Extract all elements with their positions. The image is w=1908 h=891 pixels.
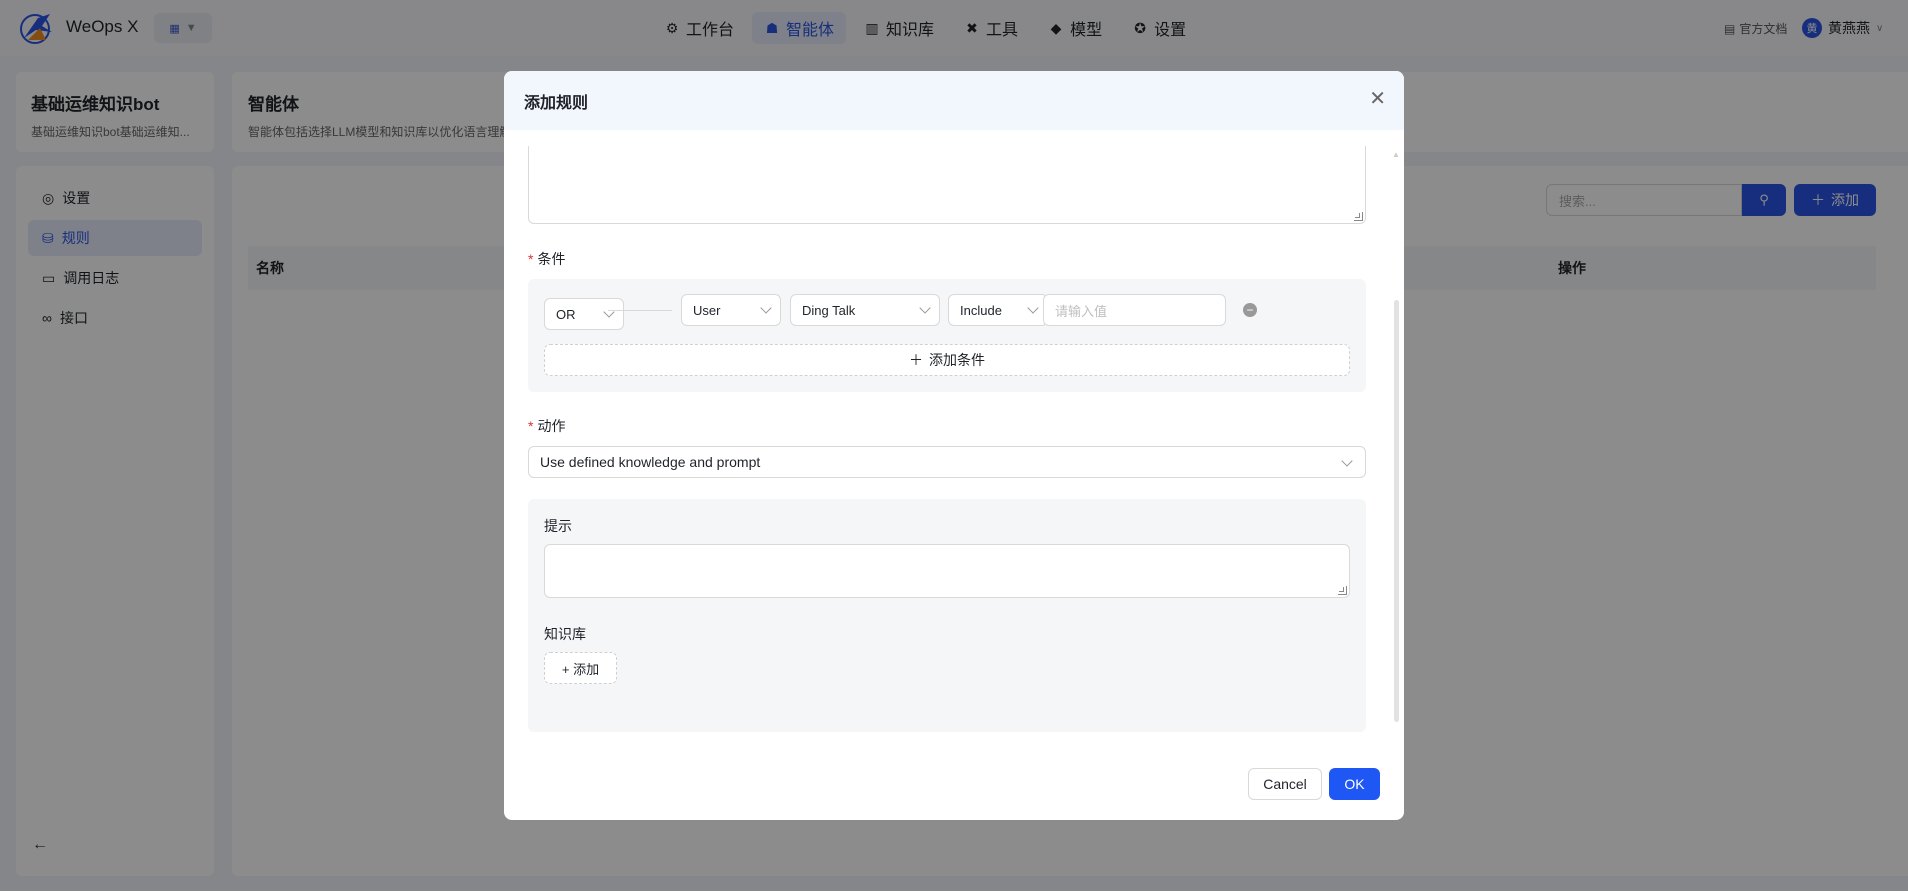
field-select[interactable]: User (681, 294, 781, 326)
description-textarea[interactable] (528, 146, 1366, 224)
chevron-down-icon (1027, 302, 1039, 314)
chevron-down-icon (1341, 455, 1353, 467)
channel-select[interactable]: Ding Talk (790, 294, 940, 326)
scroll-thumb[interactable] (1394, 300, 1399, 722)
ok-button[interactable]: OK (1329, 768, 1380, 800)
chevron-down-icon (603, 306, 615, 318)
dialog-title: 添加规则 (524, 94, 589, 112)
logic-value: OR (556, 306, 576, 322)
required-mark: * (528, 251, 534, 267)
close-icon[interactable]: ✕ (1369, 89, 1386, 109)
prompt-panel: 提示 知识库 + 添加 (528, 499, 1366, 732)
add-rule-dialog: 添加规则 ✕ * 条件 OR User Ding Talk Include 请输… (504, 71, 1404, 820)
resize-handle-icon[interactable] (1354, 212, 1363, 221)
condition-value-input[interactable]: 请输入值 (1043, 294, 1226, 326)
required-mark: * (528, 418, 534, 434)
action-select[interactable]: Use defined knowledge and prompt (528, 446, 1366, 478)
condition-label: * 条件 (528, 251, 566, 267)
field-value: User (693, 302, 721, 318)
dialog-body: * 条件 OR User Ding Talk Include 请输入值 − ＋ … (504, 130, 1404, 732)
condition-connector (608, 310, 672, 311)
cancel-button[interactable]: Cancel (1248, 768, 1322, 800)
logic-select[interactable]: OR (544, 298, 624, 330)
chevron-down-icon (919, 302, 931, 314)
add-condition-button[interactable]: ＋ 添加条件 (544, 344, 1350, 376)
action-label: * 动作 (528, 418, 566, 434)
operator-select[interactable]: Include (948, 294, 1048, 326)
dialog-header: 添加规则 ✕ (504, 71, 1404, 130)
dialog-scrollbar[interactable]: ▲ (1392, 150, 1400, 730)
operator-value: Include (960, 302, 1002, 318)
add-condition-label: 添加条件 (929, 352, 985, 368)
resize-handle-icon[interactable] (1338, 586, 1347, 595)
channel-value: Ding Talk (802, 302, 856, 318)
prompt-label: 提示 (544, 518, 572, 534)
plus-icon: ＋ (909, 352, 923, 368)
prompt-textarea[interactable] (544, 544, 1350, 598)
add-knowledge-button[interactable]: + 添加 (544, 652, 617, 684)
knowledge-label: 知识库 (544, 626, 586, 642)
condition-panel: OR User Ding Talk Include 请输入值 − ＋ 添加条件 (528, 279, 1366, 392)
action-value: Use defined knowledge and prompt (540, 454, 761, 470)
remove-condition-icon[interactable]: − (1243, 303, 1257, 317)
scroll-up-icon[interactable]: ▲ (1392, 150, 1400, 159)
chevron-down-icon (760, 302, 772, 314)
value-placeholder: 请输入值 (1055, 303, 1108, 319)
